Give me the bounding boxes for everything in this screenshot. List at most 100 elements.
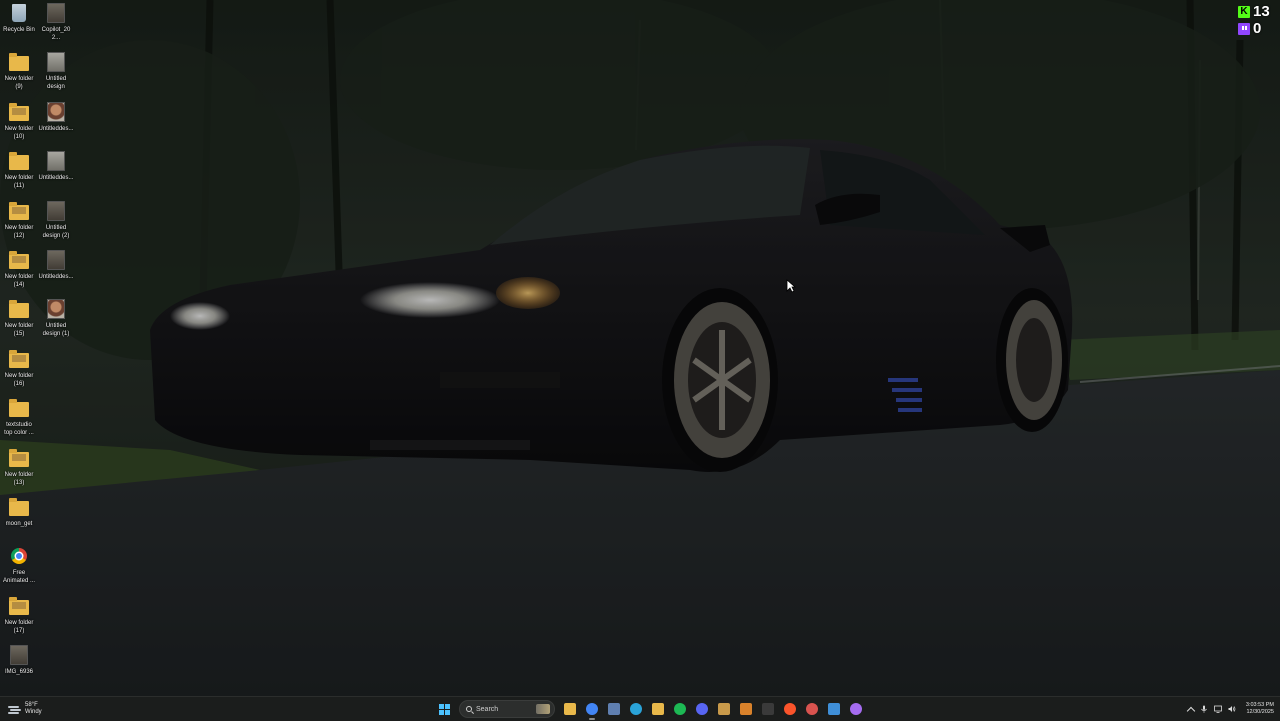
kick-logo-icon: K bbox=[1238, 5, 1250, 18]
desktop-icon-label: Copilot_202... bbox=[41, 27, 71, 41]
start-button[interactable] bbox=[433, 698, 455, 720]
desktop-icon[interactable]: IMG_6936 bbox=[1, 644, 37, 676]
photos-icon bbox=[828, 703, 840, 715]
desktop-icon-label: New folder (10) bbox=[4, 125, 34, 140]
desktop-icon[interactable]: New folder (14) bbox=[1, 249, 37, 289]
taskbar-app-obs[interactable] bbox=[845, 698, 867, 720]
desktop-icon-label: Untitleddes... bbox=[38, 125, 74, 132]
desktop-icon[interactable]: Untitled design (2) bbox=[38, 200, 74, 240]
windows-logo-icon bbox=[438, 703, 450, 715]
chrome-shortcut-icon bbox=[7, 545, 31, 567]
weather-description: Windy bbox=[25, 709, 42, 715]
image-file-icon bbox=[44, 51, 68, 73]
image-file-icon bbox=[44, 2, 68, 24]
volume-icon[interactable] bbox=[1228, 705, 1236, 713]
show-hidden-icons-chevron-icon[interactable] bbox=[1186, 706, 1196, 715]
taskbar-app-discord[interactable] bbox=[691, 698, 713, 720]
stream-viewer-overlay: K 13 0 bbox=[1238, 3, 1272, 37]
desktop-icon[interactable]: New folder (12) bbox=[1, 200, 37, 240]
folder-icon bbox=[7, 348, 31, 370]
taskbar-app-spotify[interactable] bbox=[669, 698, 691, 720]
folder-icon bbox=[7, 447, 31, 469]
desktop-icon-label: Untitleddes... bbox=[38, 274, 74, 280]
taskbar-app-chrome[interactable] bbox=[581, 698, 603, 720]
desktop-icon[interactable]: Untitleddes... bbox=[38, 249, 74, 281]
folder-icon bbox=[7, 51, 31, 73]
clock-time: 3:03:53 PM bbox=[1245, 702, 1274, 708]
taskbar-app-edge[interactable] bbox=[625, 698, 647, 720]
desktop-icon[interactable]: Untitled design (1) bbox=[38, 298, 74, 338]
taskbar-center: Search bbox=[433, 697, 867, 721]
desktop-icon[interactable]: New folder (11) bbox=[1, 150, 37, 190]
desktop-icon-label: Untitleddes... bbox=[38, 175, 74, 182]
network-icon[interactable] bbox=[1213, 705, 1222, 713]
terminal-icon bbox=[762, 703, 774, 715]
desktop-icon[interactable]: New folder (15) bbox=[1, 298, 37, 338]
desktop-icon[interactable]: moon_get bbox=[1, 496, 37, 528]
desktop-icon-label: Untitled design bbox=[45, 76, 67, 91]
desktop-icon-label: IMG_6936 bbox=[4, 669, 34, 676]
desktop-icon[interactable]: Free Animated ... bbox=[1, 545, 37, 585]
desktop-icon[interactable]: Recycle Bin bbox=[1, 2, 37, 34]
folder-icon bbox=[7, 101, 31, 123]
desktop-icon-label: moon_get bbox=[5, 521, 33, 527]
search-highlight-icon bbox=[536, 704, 550, 714]
desktop-icon[interactable]: New folder (9) bbox=[1, 51, 37, 91]
taskbar-app-brave[interactable] bbox=[779, 698, 801, 720]
microphone-icon[interactable] bbox=[1200, 705, 1208, 713]
desktop-icon-label: Recycle Bin bbox=[3, 27, 35, 33]
pinned-apps bbox=[559, 698, 867, 720]
desktop-icon-label: New folder (12) bbox=[4, 224, 34, 239]
taskbar-app-snipping-tool[interactable] bbox=[603, 698, 625, 720]
desktop-icon[interactable]: Untitled design bbox=[38, 51, 74, 91]
weather-widget[interactable]: 58°F Windy bbox=[8, 700, 42, 718]
desktop-icon[interactable]: New folder (13) bbox=[1, 447, 37, 487]
spotify-icon bbox=[674, 703, 686, 715]
folder-icon bbox=[7, 397, 31, 419]
taskbar-app-office[interactable] bbox=[735, 698, 757, 720]
folder-icon bbox=[7, 298, 31, 320]
taskbar-app-terminal[interactable] bbox=[757, 698, 779, 720]
desktop-icon[interactable]: New folder (17) bbox=[1, 595, 37, 635]
taskbar-clock[interactable]: 3:03:53 PM 12/30/2025 bbox=[1246, 702, 1274, 716]
taskbar-app-photos[interactable] bbox=[823, 698, 845, 720]
desktop-icon-label: New folder (15) bbox=[4, 323, 34, 338]
snipping-tool-icon bbox=[608, 703, 620, 715]
desktop-icon-label: textstudio top color ... bbox=[4, 422, 34, 437]
desktop-icon[interactable]: Untitleddes... bbox=[38, 101, 74, 133]
chrome-icon bbox=[586, 703, 598, 715]
folder-icon bbox=[7, 200, 31, 222]
taskbar-app-file-explorer[interactable] bbox=[559, 698, 581, 720]
taskbar-app-app[interactable] bbox=[713, 698, 735, 720]
desktop-icon[interactable]: New folder (10) bbox=[1, 101, 37, 141]
folder-icon bbox=[7, 249, 31, 271]
weather-temperature: 58°F bbox=[25, 702, 38, 708]
image-file-icon bbox=[44, 200, 68, 222]
image-file-icon bbox=[44, 298, 68, 320]
desktop-icon[interactable]: Copilot_202... bbox=[38, 2, 74, 42]
taskbar-app-settings-app[interactable] bbox=[801, 698, 823, 720]
recycle-bin-icon bbox=[7, 2, 31, 24]
system-tray: 3:03:53 PM 12/30/2025 bbox=[1186, 697, 1274, 721]
desktop-icon[interactable]: New folder (16) bbox=[1, 348, 37, 388]
taskbar-app-folder[interactable] bbox=[647, 698, 669, 720]
desktop-icon[interactable]: textstudio top color ... bbox=[1, 397, 37, 437]
desktop-icon-label: New folder (16) bbox=[4, 372, 34, 387]
file-explorer-icon bbox=[564, 703, 576, 715]
taskbar-search-box[interactable]: Search bbox=[459, 700, 555, 718]
folder-icon bbox=[7, 150, 31, 172]
desktop-icon-label: New folder (14) bbox=[4, 274, 34, 288]
folder-icon bbox=[7, 496, 31, 518]
kick-viewer-row: K 13 bbox=[1238, 3, 1272, 20]
folder-icon bbox=[652, 703, 664, 715]
search-icon bbox=[466, 706, 472, 712]
clock-date: 12/30/2025 bbox=[1246, 709, 1274, 715]
kick-viewer-count: 13 bbox=[1253, 3, 1270, 20]
desktop-icon[interactable]: Untitleddes... bbox=[38, 150, 74, 182]
desktop-icon-label: Untitled design (2) bbox=[42, 224, 70, 239]
image-file-icon bbox=[44, 249, 68, 271]
desktop-icon-label: New folder (13) bbox=[4, 471, 34, 486]
settings-app-icon bbox=[806, 703, 818, 715]
desktop-icon-label: New folder (17) bbox=[4, 619, 34, 634]
app-icon bbox=[718, 703, 730, 715]
